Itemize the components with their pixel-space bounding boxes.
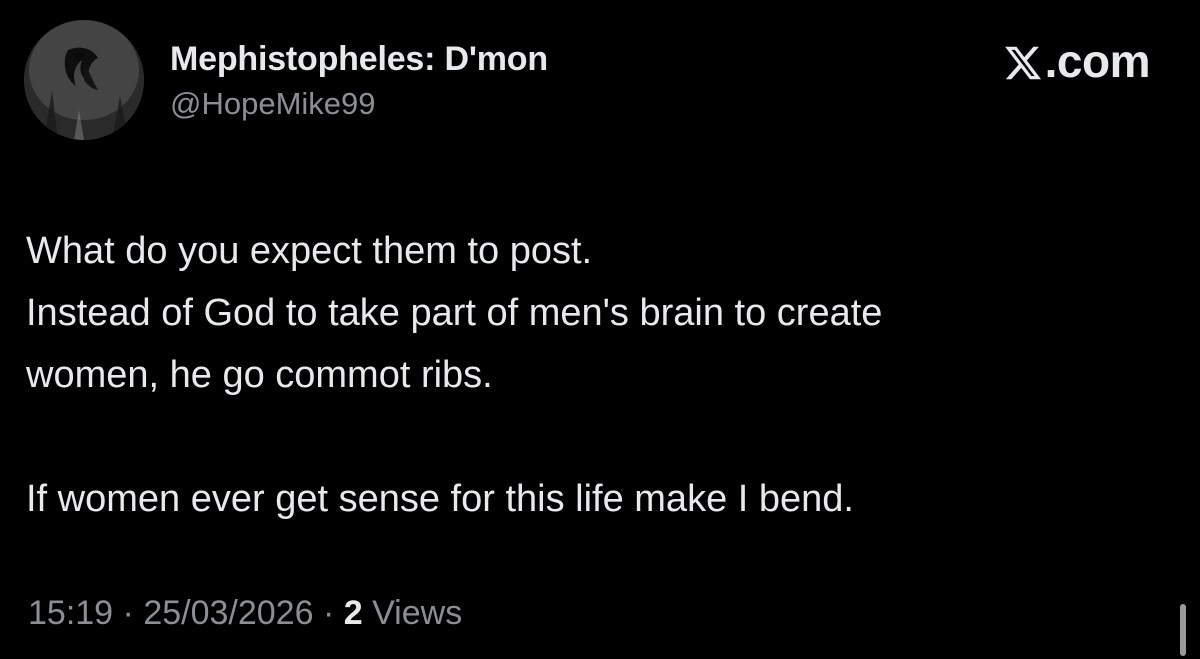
x-logo-icon	[1003, 40, 1043, 94]
scrollbar-thumb[interactable]	[1180, 604, 1186, 656]
tweet-line: What do you expect them to post.	[26, 230, 593, 272]
tweet-closing-line: If women ever get sense for this life ma…	[26, 478, 854, 520]
author-handle[interactable]: @HopeMike99	[170, 86, 376, 122]
x-brand-watermark: .com	[1003, 34, 1151, 94]
tweet-card: Mephistopheles: D'mon @HopeMike99 .com W…	[0, 0, 1200, 659]
dark-angel-avatar-icon	[24, 20, 144, 140]
views-label[interactable]: Views	[372, 594, 462, 632]
tweet-text: What do you expect them to post. Instead…	[26, 220, 1166, 530]
tweet-line: Instead of God to take part of men's bra…	[26, 292, 883, 334]
tweet-line: women, he go commot ribs.	[26, 354, 493, 396]
author-display-name[interactable]: Mephistopheles: D'mon	[170, 40, 548, 79]
post-time[interactable]: 15:19	[28, 594, 113, 632]
meta-separator: ·	[322, 594, 335, 632]
avatar[interactable]	[24, 20, 144, 140]
brand-domain-text: .com	[1044, 35, 1151, 87]
views-count[interactable]: 2	[344, 594, 363, 632]
tweet-meta: 15:19 · 25/03/2026 · 2 Views	[28, 594, 462, 633]
post-date[interactable]: 25/03/2026	[143, 594, 313, 632]
meta-separator: ·	[122, 594, 134, 632]
